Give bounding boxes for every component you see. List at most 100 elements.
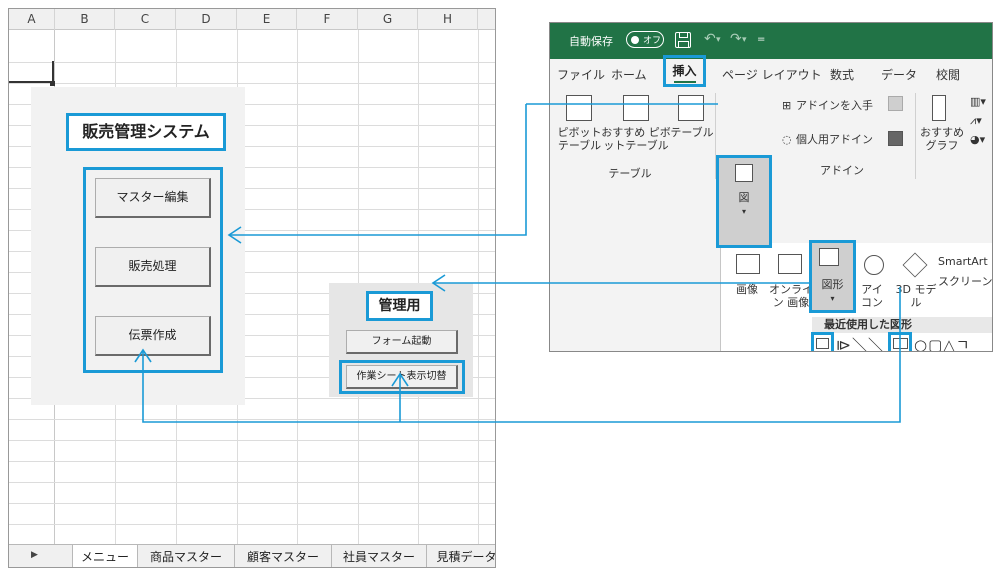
admin-title: 管理用 <box>378 298 421 314</box>
tab-review[interactable]: 校閲 <box>936 66 960 83</box>
ribbon-body: ピボット テーブル おすすめ ピボットテーブル テーブル テーブル ⊞ アドイン… <box>550 89 992 351</box>
grid-line <box>478 30 479 544</box>
customize-toolbar-icon[interactable]: = <box>757 34 765 45</box>
recent-shapes-row[interactable]: ○▢△ㄱ <box>914 334 971 351</box>
sales-process-button[interactable]: 販売処理 <box>95 247 211 287</box>
table-group-label: テーブル <box>608 167 652 180</box>
get-addin-button[interactable]: アドインを入手 <box>796 99 876 112</box>
column-header-f[interactable]: F <box>297 9 358 30</box>
recommended-chart-icon <box>932 95 946 121</box>
column-header-g[interactable]: G <box>358 9 418 30</box>
illustrations-button-highlight: 図 ▾ <box>716 155 772 248</box>
sheet-tab-estimate-data[interactable]: 見積データ <box>427 545 495 567</box>
autosave-toggle[interactable]: オフ <box>626 31 664 48</box>
icons-icon <box>864 255 884 275</box>
sheet-tab-menu[interactable]: メニュー <box>72 545 138 567</box>
3d-model-icon <box>902 252 928 278</box>
menu-title-highlight: 販売管理システム <box>66 113 226 151</box>
recent-shapes-header: 最近使用した図形 <box>812 317 992 333</box>
tab-formulas[interactable]: 数式 <box>830 66 854 83</box>
shapes-icon <box>819 248 839 266</box>
autosave-label: 自動保存 <box>569 35 613 48</box>
my-addins-button[interactable]: 個人用アドイン <box>796 133 876 146</box>
pivot-table-button[interactable]: ピボット テーブル <box>552 126 607 152</box>
undo-icon[interactable]: ↶ <box>704 31 716 47</box>
active-cell-cursor <box>9 61 54 83</box>
sheet-tab-product-master[interactable]: 商品マスター <box>138 545 235 567</box>
ribbon-tab-row: ファイル ホーム ページ レイアウト 数式 データ 校閲 <box>550 59 992 89</box>
grid-line <box>9 62 495 63</box>
menu-title: 販売管理システム <box>82 122 210 141</box>
addin-group-label: アドイン <box>820 164 864 177</box>
form-launch-button[interactable]: フォーム起動 <box>346 330 458 354</box>
shapes-dropdown-icon[interactable]: ▾ <box>812 292 853 305</box>
illustrations-dropdown-icon[interactable]: ▾ <box>719 205 769 218</box>
recommended-pivot-button[interactable]: おすすめ ピボットテーブル <box>600 126 672 152</box>
menu-panel: 販売管理システム マスター編集 販売処理 伝票作成 <box>31 87 245 405</box>
voucher-create-button[interactable]: 伝票作成 <box>95 316 211 356</box>
tab-page-layout[interactable]: ページ レイアウト <box>722 66 822 83</box>
recommended-chart-button[interactable]: おすすめ グラフ <box>917 126 967 152</box>
pivot-table-icon <box>566 95 592 121</box>
column-header-b[interactable]: B <box>55 9 115 30</box>
textbox-shape-icon[interactable] <box>816 338 829 349</box>
toggle-knob <box>631 36 639 44</box>
screenshot-button[interactable]: スクリーンショット <box>938 275 992 288</box>
tab-data[interactable]: データ <box>881 66 917 83</box>
grid-line <box>9 419 495 420</box>
column-header-h[interactable]: H <box>418 9 478 30</box>
fill-handle[interactable] <box>50 81 55 86</box>
illustrations-button[interactable]: 図 <box>719 191 769 204</box>
grid-line <box>9 503 495 504</box>
column-header-c[interactable]: C <box>115 9 176 30</box>
recommended-pivot-icon <box>623 95 649 121</box>
redo-dropdown-icon[interactable]: ▾ <box>742 35 747 45</box>
bing-icon[interactable] <box>888 96 903 111</box>
tab-home[interactable]: ホーム <box>611 66 647 83</box>
column-header-d[interactable]: D <box>176 9 237 30</box>
tab-scroll-right-icon[interactable]: ▶ <box>31 550 38 560</box>
my-addin-icon: ◌ <box>782 133 792 146</box>
picture-button[interactable]: 画像 <box>727 283 767 296</box>
active-tab-underline <box>674 81 696 83</box>
grid-line <box>9 524 495 525</box>
sheet-tab-customer-master[interactable]: 顧客マスター <box>235 545 332 567</box>
shapes-button-highlight: 図形 ▾ <box>809 240 856 313</box>
shapes-button[interactable]: 図形 <box>812 278 853 291</box>
master-edit-button[interactable]: マスター編集 <box>95 178 211 218</box>
grid-line <box>9 83 495 84</box>
admin-title-highlight: 管理用 <box>366 291 433 321</box>
online-picture-icon <box>778 254 802 274</box>
column-header-e[interactable]: E <box>237 9 297 30</box>
excel-ribbon: 自動保存 オフ ↶ ▾ ↷ ▾ = ファイル ホーム ページ レイアウト 数式 … <box>549 22 993 352</box>
recent-shapes-row[interactable]: ⧐＼＼ <box>836 334 884 351</box>
textbox-shape-highlight <box>811 332 834 351</box>
3d-model-button[interactable]: 3D モデル <box>891 283 941 309</box>
pie-chart-icon[interactable]: ◕▾ <box>970 133 985 146</box>
insert-tab-highlight: 挿入 <box>663 55 706 87</box>
smartart-button[interactable]: SmartArt <box>938 255 992 268</box>
grid-line <box>9 461 495 462</box>
undo-dropdown-icon[interactable]: ▾ <box>716 35 721 45</box>
redo-icon[interactable]: ↷ <box>730 31 742 47</box>
line-chart-icon[interactable]: ⩘▾ <box>970 114 982 127</box>
rectangle-shape-icon[interactable] <box>893 338 908 349</box>
tab-insert[interactable]: 挿入 <box>666 62 703 79</box>
admin-panel: 管理用 フォーム起動 作業シート表示切替 <box>329 283 473 397</box>
toggle-sheet-display-button[interactable]: 作業シート表示切替 <box>346 365 458 389</box>
column-chart-icon[interactable]: ▥▾ <box>970 95 986 108</box>
excel-sheet: A B C D E F G H 販売管理システム マスター編集 販売処理 伝票作… <box>8 8 496 568</box>
illustrations-icon <box>735 164 753 182</box>
grid-line <box>9 482 495 483</box>
table-button[interactable]: テーブル <box>670 126 714 139</box>
sheet-tab-bar: ▶ メニュー 商品マスター 顧客マスター 社員マスター 見積データ <box>9 544 495 567</box>
cell-grid[interactable]: 販売管理システム マスター編集 販売処理 伝票作成 管理用 フォーム起動 作業シ… <box>9 30 495 544</box>
sheet-tab-employee-master[interactable]: 社員マスター <box>332 545 427 567</box>
people-graph-icon[interactable] <box>888 131 903 146</box>
icons-button[interactable]: アイ コン <box>855 283 889 309</box>
save-icon[interactable] <box>675 32 691 48</box>
online-picture-button[interactable]: オンライン 画像 <box>767 283 815 309</box>
table-icon <box>678 95 704 121</box>
column-header-a[interactable]: A <box>9 9 55 30</box>
tab-file[interactable]: ファイル <box>557 66 605 83</box>
